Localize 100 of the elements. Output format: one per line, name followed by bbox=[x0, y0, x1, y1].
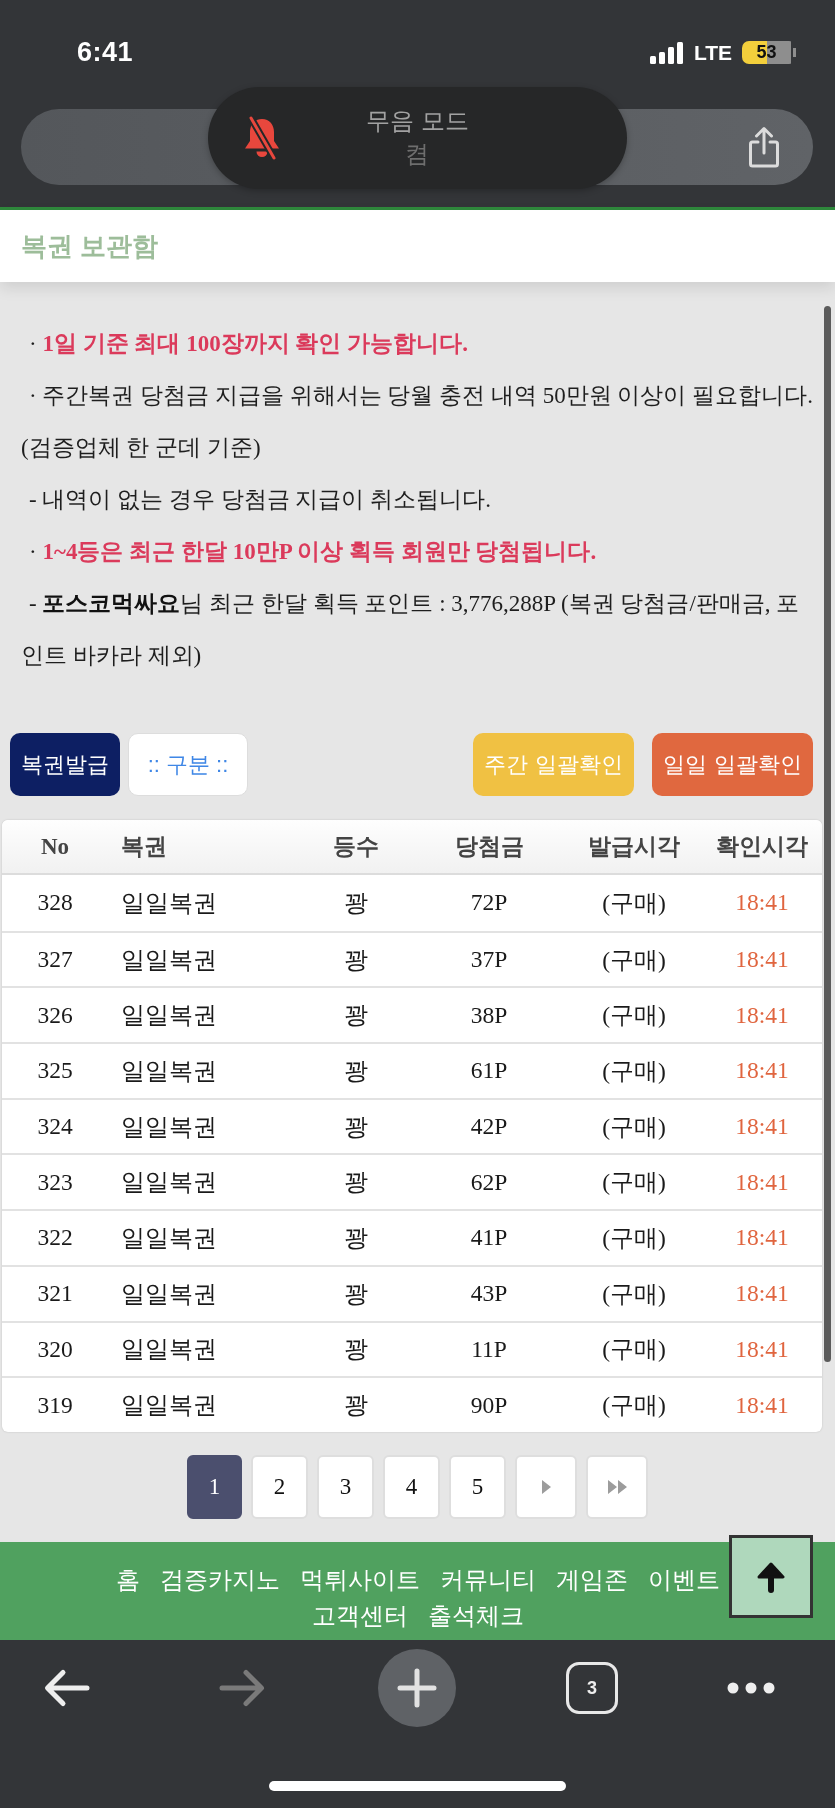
double-caret-right-icon bbox=[607, 1479, 627, 1494]
table-cell-text: 꽝 bbox=[343, 1056, 369, 1086]
table-cell-text: 일일복권 bbox=[120, 1335, 218, 1365]
footer-nav-link[interactable]: 출석체크 bbox=[427, 1598, 524, 1634]
table-cell-text: 37P bbox=[469, 946, 509, 974]
table-cell-text: 일일복권 bbox=[120, 1391, 218, 1421]
arrow-right-icon bbox=[218, 1668, 266, 1708]
scroll-to-top-button[interactable] bbox=[729, 1535, 813, 1618]
table-cell-text: (구매) bbox=[601, 1279, 667, 1309]
table-cell-text: 일일복권 bbox=[120, 1168, 218, 1198]
notice-alert-text: · 1일 기준 최대 100장까지 확인 가능합니다. bbox=[28, 330, 469, 358]
footer-nav-link[interactable]: 검증카지노 bbox=[159, 1562, 280, 1598]
caret-right-icon bbox=[541, 1479, 551, 1494]
table-cell-text: 꽝 bbox=[343, 1001, 369, 1031]
back-button[interactable] bbox=[43, 1668, 91, 1708]
table-cell-text: (구매) bbox=[601, 1001, 667, 1031]
page-title: 복권 보관함 bbox=[21, 229, 159, 263]
table-cell-text: 꽝 bbox=[343, 1112, 369, 1142]
table-cell-text: 18:41 bbox=[734, 1001, 790, 1029]
column-header: 등수 bbox=[332, 833, 380, 861]
table-cell-text: 꽝 bbox=[343, 945, 369, 975]
footer-nav-link[interactable]: 고객센터 bbox=[311, 1598, 408, 1634]
table-cell-text: 18:41 bbox=[734, 1224, 790, 1252]
footer-nav-link[interactable]: 먹튀사이트 bbox=[299, 1562, 420, 1598]
table-cell-text: 일일복권 bbox=[120, 1223, 218, 1253]
notice-alert-text: · 1~4등은 최근 한달 10만P 이상 획득 회원만 당첨됩니다. bbox=[28, 538, 598, 566]
column-header: 복권 bbox=[120, 833, 168, 861]
footer-nav-link[interactable]: 이벤트 bbox=[647, 1562, 720, 1598]
table-cell-text: (구매) bbox=[601, 1168, 667, 1198]
table-cell-text: 일일복권 bbox=[120, 1056, 218, 1086]
table-cell-text: 꽝 bbox=[343, 1223, 369, 1253]
table-cell-text: 꽝 bbox=[343, 1335, 369, 1365]
table-cell-text: 43P bbox=[469, 1280, 509, 1308]
table-cell-text: (구매) bbox=[601, 1335, 667, 1365]
share-icon bbox=[746, 126, 782, 168]
table-cell-text: 324 bbox=[36, 1113, 74, 1141]
scrollbar[interactable] bbox=[824, 306, 831, 1362]
table-cell-text: (구매) bbox=[601, 1112, 667, 1142]
table-cell-text: 18:41 bbox=[734, 946, 790, 974]
table-cell-text: (구매) bbox=[601, 1056, 667, 1086]
share-button[interactable] bbox=[746, 126, 782, 168]
page-button[interactable]: 2 bbox=[251, 1454, 308, 1519]
toast-status: 켬 bbox=[405, 139, 430, 169]
table-cell-text: (구매) bbox=[601, 1223, 667, 1253]
footer-nav-link[interactable]: 홈 bbox=[115, 1562, 140, 1598]
table-cell-text: 꽝 bbox=[343, 1391, 369, 1421]
footer-nav-link[interactable]: 커뮤니티 bbox=[439, 1562, 536, 1598]
table-cell-text: 323 bbox=[36, 1168, 74, 1196]
issue-lottery-button[interactable]: 복권발급 bbox=[10, 733, 120, 796]
table-cell-text: 꽝 bbox=[343, 888, 369, 918]
column-header: 당첨금 bbox=[453, 833, 525, 861]
table-cell-text: 327 bbox=[36, 946, 74, 974]
status-time: 6:41 bbox=[77, 37, 134, 68]
table-cell-text: 41P bbox=[469, 1224, 509, 1252]
page-button[interactable]: 1 bbox=[187, 1454, 242, 1519]
table-cell-text: 18:41 bbox=[734, 1335, 790, 1363]
table-cell-text: (구매) bbox=[601, 888, 667, 918]
page-button[interactable]: 4 bbox=[383, 1454, 440, 1519]
table-cell-text: 325 bbox=[36, 1057, 74, 1085]
table-cell-text: (구매) bbox=[601, 1391, 667, 1421]
category-select[interactable]: :: 구분 :: bbox=[128, 733, 248, 796]
table-cell-text: 일일복권 bbox=[120, 1279, 218, 1309]
table-cell-text: 일일복권 bbox=[120, 888, 218, 918]
table-cell-text: 일일복권 bbox=[120, 1112, 218, 1142]
notice-text: · 주간복권 당첨금 지급을 위해서는 당월 충전 내역 50만원 이상이 필요합니다. (검증업체 한 군데 기준) bbox=[21, 382, 814, 462]
column-header: 발급시각 bbox=[587, 833, 681, 861]
table-cell-text: 18:41 bbox=[734, 1280, 790, 1308]
table-cell-text: 38P bbox=[469, 1001, 509, 1029]
table-cell-text: 11P bbox=[470, 1335, 508, 1363]
table-cell-text: 일일복권 bbox=[120, 1001, 218, 1031]
table-cell-text: 319 bbox=[36, 1391, 74, 1419]
notice-text: - 내역이 없는 경우 당첨금 지급이 취소됩니다. bbox=[28, 486, 492, 514]
column-header: No bbox=[39, 833, 71, 860]
tab-count-button[interactable]: 3 bbox=[566, 1662, 618, 1714]
table-cell-text: 326 bbox=[36, 1001, 74, 1029]
table-cell-text: 일일복권 bbox=[120, 945, 218, 975]
arrow-left-icon bbox=[43, 1668, 91, 1708]
last-page-button[interactable] bbox=[586, 1454, 648, 1519]
more-icon bbox=[727, 1682, 775, 1694]
signal-icon bbox=[649, 41, 684, 64]
table-cell-text: 꽝 bbox=[343, 1168, 369, 1198]
table-cell-text: 62P bbox=[469, 1168, 509, 1196]
daily-check-button[interactable]: 일일 일괄확인 bbox=[652, 733, 813, 796]
table-cell-text: (구매) bbox=[601, 945, 667, 975]
table-cell-text: 61P bbox=[469, 1057, 509, 1085]
arrow-up-icon bbox=[756, 1560, 786, 1593]
plus-icon bbox=[397, 1668, 437, 1708]
column-header: 확인시각 bbox=[715, 833, 809, 861]
notice-text: - 포스코먹싸요님 최근 한달 획득 포인트 : 3,776,288P (복권 당첨금/판매금, 포인트 바카라 제외) bbox=[21, 590, 801, 670]
more-button[interactable] bbox=[727, 1682, 775, 1694]
footer-nav-link[interactable]: 게임존 bbox=[555, 1562, 628, 1598]
table-cell-text: 꽝 bbox=[343, 1279, 369, 1309]
page-button[interactable]: 5 bbox=[449, 1454, 506, 1519]
table-cell-text: 321 bbox=[36, 1280, 74, 1308]
table-cell-text: 42P bbox=[469, 1113, 509, 1141]
table-cell-text: 328 bbox=[36, 889, 74, 917]
toast-title: 무음 모드 bbox=[366, 106, 469, 136]
table-cell-text: 18:41 bbox=[734, 1391, 790, 1419]
page-button[interactable]: 3 bbox=[317, 1454, 374, 1519]
table-cell-text: 320 bbox=[36, 1335, 74, 1363]
